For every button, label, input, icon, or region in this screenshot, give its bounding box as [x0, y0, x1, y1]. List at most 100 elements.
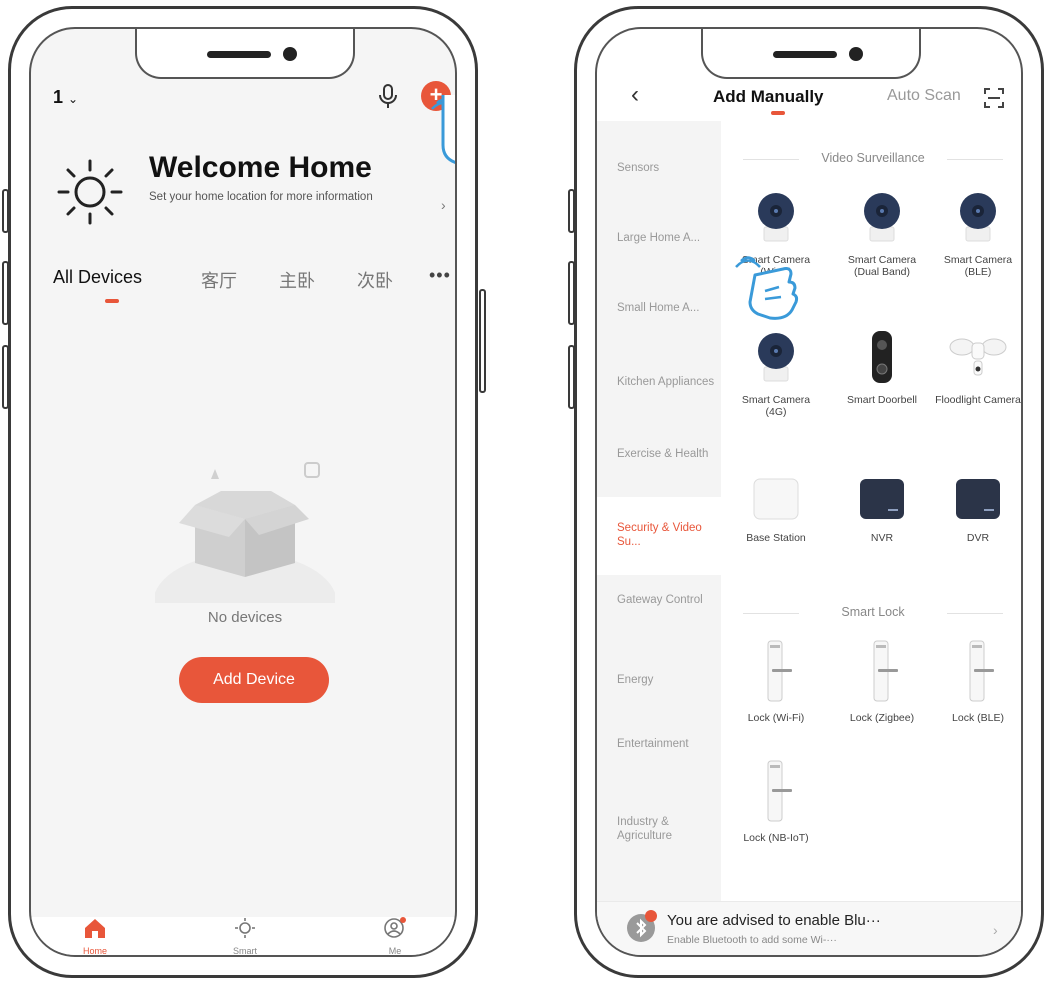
- device-lock-nb-iot[interactable]: Lock (NB-IoT): [731, 759, 821, 844]
- device-label: Floodlight Camera: [935, 394, 1021, 406]
- device-label: Lock (Wi-Fi): [747, 712, 805, 724]
- device-label: Smart Camera (BLE): [943, 254, 1013, 278]
- tap-hand-icon: [735, 256, 799, 320]
- home-icon: [85, 919, 105, 938]
- home-selector-label: 1: [53, 87, 64, 107]
- nav-smart[interactable]: Smart: [205, 917, 285, 956]
- category-item[interactable]: Large Home A...: [617, 231, 717, 245]
- add-device-screen: ‹ Add Manually Auto Scan Sensors Large H…: [595, 27, 1023, 957]
- camera-icon: [864, 193, 900, 242]
- category-sidebar: Sensors Large Home A... Small Home A... …: [597, 121, 721, 901]
- alert-badge: [645, 910, 657, 922]
- category-item[interactable]: Energy: [617, 673, 717, 687]
- device-label: Lock (NB-IoT): [743, 832, 809, 844]
- nvr-icon: [860, 479, 904, 519]
- nav-me[interactable]: Me: [355, 917, 435, 956]
- bottom-nav: Home Smart Me: [31, 917, 455, 956]
- category-item[interactable]: Exercise & Health: [617, 447, 717, 461]
- chevron-down-icon: ⌄: [68, 92, 79, 106]
- add-device-button[interactable]: Add Device: [179, 657, 329, 703]
- device-label: Lock (BLE): [952, 712, 1004, 724]
- notch: [135, 29, 355, 79]
- lock-icon: [767, 760, 792, 822]
- dvr-icon: [956, 479, 1000, 519]
- device-lock-zigbee[interactable]: Lock (Zigbee): [837, 639, 927, 724]
- category-item[interactable]: Sensors: [617, 161, 717, 175]
- tab-add-manually[interactable]: Add Manually: [713, 87, 824, 107]
- camera-icon: [960, 193, 996, 242]
- doorbell-icon: [872, 331, 892, 383]
- notch: [701, 29, 921, 79]
- device-dvr[interactable]: DVR: [933, 475, 1021, 544]
- device-nvr[interactable]: NVR: [837, 475, 927, 544]
- tap-hand-icon: [431, 95, 455, 164]
- device-smart-camera-4g[interactable]: Smart Camera (4G): [731, 329, 821, 418]
- welcome-subtitle[interactable]: Set your home location for more informat…: [149, 191, 389, 204]
- lock-icon: [969, 640, 994, 702]
- sun-icon: [235, 918, 255, 938]
- divider: [947, 159, 1003, 160]
- back-arrow-icon[interactable]: ‹: [631, 81, 639, 109]
- category-item[interactable]: Gateway Control: [617, 593, 717, 607]
- side-button: [2, 345, 9, 409]
- tab-all-devices[interactable]: All Devices: [53, 267, 142, 288]
- profile-icon: [384, 917, 406, 938]
- tab-living-room[interactable]: 客厅: [201, 267, 237, 293]
- side-button: [479, 289, 486, 393]
- nav-home-label: Home: [82, 946, 107, 956]
- device-label: NVR: [870, 532, 894, 544]
- floodlight-icon: [949, 338, 1007, 376]
- chevron-right-icon: ›: [993, 922, 998, 938]
- category-item[interactable]: Entertainment: [617, 737, 717, 751]
- nav-smart-label: Smart: [232, 946, 257, 956]
- device-smart-camera-ble[interactable]: Smart Camera (BLE): [933, 189, 1021, 278]
- active-tab-indicator: [105, 299, 119, 303]
- chevron-right-icon[interactable]: ›: [441, 197, 446, 213]
- tab-auto-scan[interactable]: Auto Scan: [887, 87, 961, 105]
- device-label: Lock (Zigbee): [849, 712, 915, 724]
- banner-title: You are advised to enable Blu···: [667, 912, 881, 929]
- category-item[interactable]: Small Home A...: [617, 301, 717, 315]
- phone-frame-right: ‹ Add Manually Auto Scan Sensors Large H…: [568, 6, 1044, 978]
- device-label: Smart Camera (Dual Band): [847, 254, 917, 278]
- active-tab-indicator: [771, 111, 785, 115]
- more-icon[interactable]: •••: [429, 265, 451, 286]
- side-button: [2, 189, 9, 233]
- lock-icon: [767, 640, 792, 702]
- empty-box-illustration: [155, 462, 335, 603]
- home-selector[interactable]: 1 ⌄: [53, 87, 78, 108]
- category-item-active[interactable]: Security & Video Su...: [617, 521, 717, 549]
- device-lock-wifi[interactable]: Lock (Wi-Fi): [731, 639, 821, 724]
- category-item[interactable]: Kitchen Appliances: [617, 375, 717, 389]
- side-button: [568, 345, 575, 409]
- tab-second-bedroom[interactable]: 次卧: [357, 267, 393, 293]
- device-label: Smart Doorbell: [846, 394, 918, 406]
- base-station-icon: [753, 478, 799, 520]
- device-lock-ble[interactable]: Lock (BLE): [933, 639, 1021, 724]
- side-button: [568, 189, 575, 233]
- room-tabs: All Devices 客厅 主卧 次卧 •••: [53, 265, 453, 303]
- welcome-title: Welcome Home: [149, 151, 372, 184]
- device-label: Base Station: [746, 532, 806, 544]
- device-smart-doorbell[interactable]: Smart Doorbell: [837, 329, 927, 406]
- device-floodlight-camera[interactable]: Floodlight Camera: [933, 329, 1021, 406]
- divider: [947, 613, 1003, 614]
- device-label: DVR: [966, 532, 990, 544]
- bluetooth-banner[interactable]: You are advised to enable Blu··· Enable …: [597, 901, 1021, 955]
- tab-master-bedroom[interactable]: 主卧: [279, 267, 315, 293]
- camera-icon: [758, 193, 794, 242]
- device-base-station[interactable]: Base Station: [731, 475, 821, 544]
- scan-icon[interactable]: [983, 87, 1005, 109]
- category-item[interactable]: Industry & Agriculture: [617, 815, 717, 843]
- microphone-icon[interactable]: [377, 83, 399, 111]
- camera-icon: [758, 333, 794, 382]
- nav-home[interactable]: Home: [55, 917, 135, 956]
- phone-frame-left: 1 ⌄ + Welcome Home Set your home locatio…: [2, 6, 486, 978]
- section-title-lock: Smart Lock: [841, 605, 905, 619]
- nav-me-label: Me: [388, 946, 402, 956]
- no-devices-text: No devices: [207, 609, 283, 626]
- banner-subtitle: Enable Bluetooth to add some Wi-···: [667, 934, 837, 946]
- side-button: [568, 261, 575, 325]
- device-smart-camera-dual-band[interactable]: Smart Camera (Dual Band): [837, 189, 927, 278]
- lock-icon: [873, 640, 898, 702]
